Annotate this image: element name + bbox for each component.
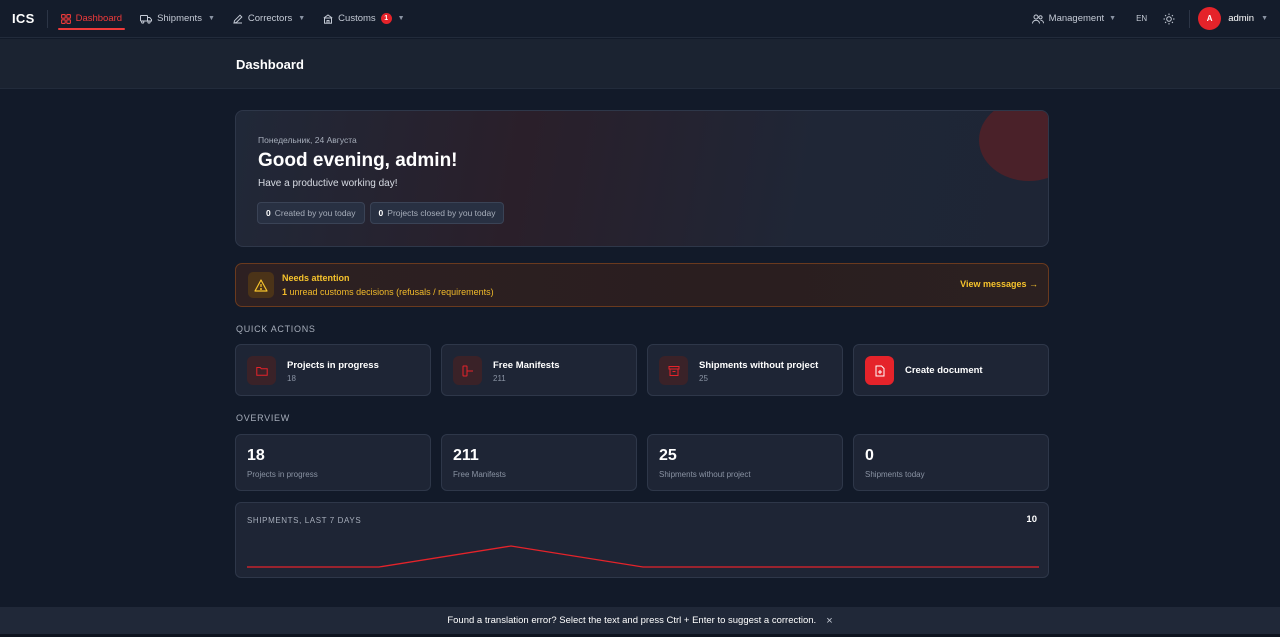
page-header: Dashboard: [0, 39, 1280, 89]
overview-value: 25: [659, 447, 677, 464]
theme-toggle[interactable]: [1163, 13, 1175, 25]
sun-icon: [1163, 13, 1175, 24]
nav-item-shipments[interactable]: Shipments ▼: [137, 0, 218, 38]
chip-value: 0: [378, 208, 384, 218]
create-document-button[interactable]: Create document: [853, 344, 1049, 396]
greeting-card: Понедельник, 24 Августа Good evening, ad…: [235, 110, 1049, 247]
manifest-icon: [453, 356, 482, 385]
user-name: admin: [1228, 13, 1255, 24]
customs-badge: 1: [380, 13, 392, 24]
quick-action-shipments-no-project[interactable]: Shipments without project 25: [647, 344, 843, 396]
overview-card-shipments-no-project: 25 Shipments without project: [647, 434, 843, 491]
chip-value: 0: [266, 208, 271, 218]
translation-notice-text: Found a translation error? Select the te…: [447, 615, 817, 626]
overview-card-manifests: 211 Free Manifests: [441, 434, 637, 491]
pencil-icon: [233, 13, 243, 24]
chevron-down-icon: ▼: [1109, 15, 1117, 22]
overview-label: Shipments without project: [659, 470, 751, 479]
warning-icon: [248, 272, 274, 298]
management-menu[interactable]: Management ▼: [1031, 13, 1117, 24]
decorative-circle: [979, 111, 1048, 181]
quick-action-title: Free Manifests: [493, 360, 560, 371]
overview-value: 211: [453, 447, 479, 464]
building-icon: [323, 13, 333, 24]
quick-action-title: Create document: [905, 365, 983, 376]
nav-item-customs[interactable]: Customs 1 ▼: [320, 0, 407, 38]
nav-item-dashboard[interactable]: Dashboard: [57, 0, 126, 38]
user-menu[interactable]: A admin ▼: [1198, 7, 1268, 30]
page-title: Dashboard: [236, 57, 304, 72]
stat-chip-created: 0 Created by you today: [257, 202, 365, 224]
attention-count: 1: [282, 287, 288, 297]
chip-label: Created by you today: [274, 208, 356, 218]
greeting-subtitle: Have a productive working day!: [258, 178, 398, 189]
chevron-down-icon: ▼: [1261, 15, 1268, 22]
chart-plot: [247, 545, 1039, 568]
avatar: A: [1198, 7, 1222, 30]
quick-action-title: Projects in progress: [287, 360, 379, 371]
greeting-stats: 0 Created by you today 0 Projects closed…: [257, 202, 505, 224]
quick-action-projects[interactable]: Projects in progress 18: [235, 344, 431, 396]
overview-card-projects: 18 Projects in progress: [235, 434, 431, 491]
nav-item-label: Correctors: [247, 13, 293, 24]
grid-icon: [60, 13, 71, 24]
attention-message: unread customs decisions (refusals / req…: [289, 287, 494, 297]
folder-icon: [247, 356, 276, 385]
users-icon: [1031, 14, 1044, 24]
truck-icon: [140, 14, 153, 24]
quick-action-count: 211: [493, 374, 506, 383]
shipments-chart: SHIPMENTS, LAST 7 DAYS 10: [235, 502, 1049, 578]
chevron-down-icon: ▼: [298, 15, 306, 22]
app-logo[interactable]: ICS: [12, 11, 35, 26]
language-switcher[interactable]: EN: [1136, 14, 1147, 23]
overview-label: Shipments today: [865, 470, 925, 479]
chevron-down-icon: ▼: [207, 15, 215, 22]
chevron-down-icon: ▼: [397, 15, 405, 22]
attention-text: 1 unread customs decisions (refusals / r…: [282, 287, 494, 297]
chip-label: Projects closed by you today: [387, 208, 496, 218]
quick-action-title: Shipments without project: [699, 360, 819, 371]
nav-divider: [1189, 9, 1191, 28]
management-label: Management: [1048, 13, 1105, 24]
overview-heading: OVERVIEW: [236, 413, 290, 423]
overview-label: Free Manifests: [453, 470, 506, 479]
quick-action-manifests[interactable]: Free Manifests 211: [441, 344, 637, 396]
view-messages-link[interactable]: View messages →: [960, 279, 1038, 289]
archive-icon: [659, 356, 688, 385]
quick-action-count: 18: [287, 374, 296, 383]
attention-banner: Needs attention 1 unread customs decisio…: [235, 263, 1049, 307]
close-icon[interactable]: ×: [826, 615, 832, 627]
nav-right: Management ▼ EN A admin ▼: [1031, 0, 1280, 38]
stat-chip-closed: 0 Projects closed by you today: [369, 202, 505, 224]
chart-series-line: [247, 545, 1039, 568]
file-plus-icon: [865, 356, 894, 385]
nav-item-correctors[interactable]: Correctors ▼: [230, 0, 308, 38]
overview-label: Projects in progress: [247, 470, 318, 479]
overview-value: 0: [865, 447, 874, 464]
nav-item-label: Shipments: [157, 13, 202, 24]
greeting-date: Понедельник, 24 Августа: [258, 135, 357, 145]
greeting-title: Good evening, admin!: [258, 150, 458, 171]
nav-divider: [46, 9, 48, 28]
nav-item-label: Dashboard: [75, 13, 123, 24]
nav-item-label: Customs: [338, 13, 376, 24]
overview-value: 18: [247, 447, 265, 464]
translation-notice: Found a translation error? Select the te…: [0, 607, 1280, 634]
quick-action-count: 25: [699, 374, 708, 383]
overview-card-shipments-today: 0 Shipments today: [853, 434, 1049, 491]
top-navigation: ICS Dashboard Shipments ▼ Correctors ▼ C…: [0, 0, 1280, 38]
attention-title: Needs attention: [282, 273, 350, 283]
quick-actions-heading: QUICK ACTIONS: [236, 324, 316, 334]
